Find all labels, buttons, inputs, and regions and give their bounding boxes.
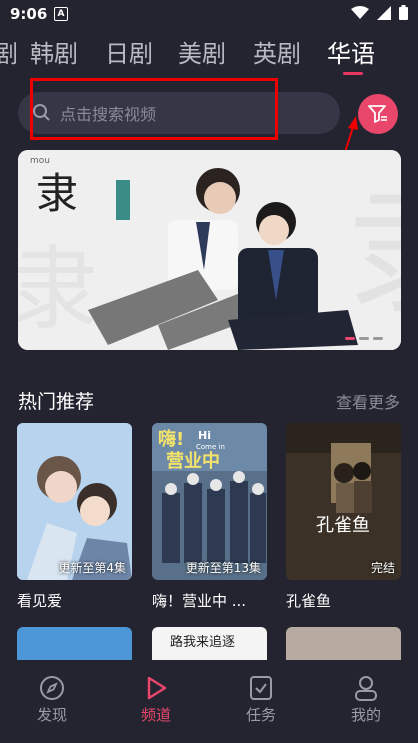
signal-icon	[377, 5, 391, 20]
wifi-icon	[351, 5, 369, 19]
episode-badge: 更新至第4集	[58, 561, 126, 575]
play-icon	[147, 676, 167, 700]
filter-button[interactable]	[358, 94, 398, 134]
section-title: 热门推荐	[18, 391, 95, 413]
video-title[interactable]: 看见爱	[17, 590, 137, 611]
compass-icon	[40, 676, 64, 700]
pagination-dot	[359, 337, 369, 340]
nav-discover[interactable]: 发现	[22, 674, 82, 725]
filter-icon	[368, 105, 387, 123]
nav-label: 频道	[140, 706, 171, 724]
user-icon	[355, 676, 377, 701]
nav-label: 任务	[245, 706, 276, 724]
video-title[interactable]: 孔雀鱼	[286, 590, 406, 611]
nav-me[interactable]: 我的	[336, 674, 396, 725]
poster-image	[17, 423, 132, 580]
nav-label: 我的	[350, 706, 381, 724]
nav-channel[interactable]: 频道	[126, 674, 186, 725]
status-time: 9:06	[10, 5, 48, 23]
nav-label: 发现	[36, 706, 67, 724]
active-tab-indicator	[343, 72, 363, 75]
nav-tasks[interactable]: 任务	[231, 674, 291, 725]
video-card[interactable]: 孔雀鱼 完结	[286, 423, 401, 580]
tab-korean[interactable]: 韩剧	[30, 34, 78, 69]
video-card[interactable]: 嗨! Hi Come in 营业中 更新至第13集	[152, 423, 267, 580]
svg-text:隶: 隶	[18, 237, 98, 342]
task-icon	[250, 676, 272, 700]
tab-british[interactable]: 英剧	[253, 34, 301, 69]
poster-text: Come in	[196, 443, 225, 451]
poster-text: 嗨!	[158, 428, 184, 450]
tab-chinese[interactable]: 华语	[327, 34, 375, 69]
pagination-dot	[373, 337, 383, 340]
poster-image: 嗨! Hi Come in 营业中	[152, 423, 267, 580]
poster-text: 孔雀鱼	[316, 515, 370, 536]
bottom-nav: 发现 频道 任务 我的	[0, 660, 418, 743]
svg-text:隶: 隶	[348, 171, 401, 334]
tab-partial[interactable]: 剧	[0, 34, 18, 69]
battery-icon	[399, 5, 408, 20]
see-more-link[interactable]: 查看更多	[336, 389, 400, 413]
episode-badge: 更新至第13集	[185, 561, 261, 575]
poster-text: 营业中	[166, 450, 220, 472]
tab-american[interactable]: 美剧	[178, 34, 226, 69]
banner-title: 隶	[36, 169, 79, 218]
tab-japanese[interactable]: 日剧	[105, 34, 153, 69]
video-card[interactable]: 更新至第4集	[17, 423, 132, 580]
poster-text: 路我来追逐	[170, 635, 236, 650]
poster-image: 孔雀鱼	[286, 423, 401, 580]
poster-text: Hi	[198, 429, 211, 442]
status-badge: 完结	[370, 561, 395, 575]
featured-banner[interactable]: 隶 隶 mou 隶	[18, 150, 401, 350]
video-title[interactable]: 嗨！营业中 ...	[152, 590, 272, 611]
status-icons	[351, 5, 408, 20]
highlight-box	[30, 78, 278, 140]
banner-pagination	[345, 337, 383, 340]
status-bar: 9:06 A	[0, 0, 418, 30]
pagination-dot	[345, 337, 355, 340]
notification-icon: A	[54, 7, 68, 21]
